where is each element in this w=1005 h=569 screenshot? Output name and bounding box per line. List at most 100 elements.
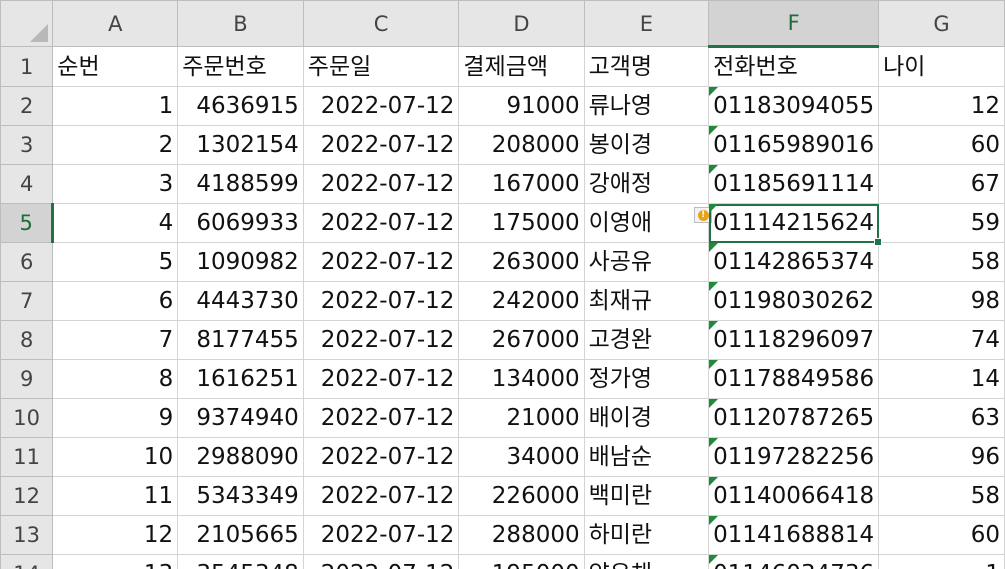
phone-cell[interactable]: 01140066418 bbox=[708, 476, 880, 516]
row-header[interactable]: 5 bbox=[0, 203, 55, 243]
seq-cell[interactable]: 10 bbox=[52, 437, 179, 477]
column-header-e[interactable]: E bbox=[583, 0, 710, 47]
column-header-d[interactable]: D bbox=[458, 0, 585, 47]
age-cell[interactable]: 60 bbox=[878, 515, 1005, 555]
seq-cell[interactable]: 1 bbox=[52, 86, 179, 126]
customer-name-cell[interactable]: 배이경 bbox=[583, 398, 710, 438]
amount-cell[interactable]: 34000 bbox=[458, 437, 585, 477]
order-date-cell[interactable]: 2022-07-12 bbox=[302, 203, 460, 243]
phone-cell[interactable]: 01178849586 bbox=[708, 359, 880, 399]
row-header[interactable]: 3 bbox=[0, 125, 54, 165]
column-header-f[interactable]: F bbox=[708, 0, 880, 48]
amount-cell[interactable]: 242000 bbox=[458, 281, 585, 321]
age-cell[interactable]: 74 bbox=[878, 320, 1005, 360]
age-cell[interactable]: 1 bbox=[878, 554, 1005, 569]
amount-cell[interactable]: 21000 bbox=[458, 398, 585, 438]
column-header-g[interactable]: G bbox=[878, 0, 1005, 47]
customer-name-cell[interactable]: 하미란 bbox=[583, 515, 710, 555]
row-header[interactable]: 13 bbox=[0, 515, 54, 555]
row-header[interactable]: 12 bbox=[0, 476, 54, 516]
phone-cell[interactable]: 01120787265 bbox=[708, 398, 880, 438]
age-cell[interactable]: 96 bbox=[878, 437, 1005, 477]
order-date-cell[interactable]: 2022-07-12 bbox=[302, 515, 460, 555]
amount-cell[interactable]: 226000 bbox=[458, 476, 585, 516]
seq-cell[interactable]: 6 bbox=[52, 281, 179, 321]
age-cell[interactable]: 60 bbox=[878, 125, 1005, 165]
customer-name-cell[interactable]: 류나영 bbox=[583, 86, 710, 126]
selected-phone-cell[interactable]: 01114215624 bbox=[708, 203, 883, 246]
age-cell[interactable]: 59 bbox=[878, 203, 1005, 243]
order-no-cell[interactable]: 4636915 bbox=[177, 86, 304, 126]
order-date-cell[interactable]: 2022-07-12 bbox=[302, 437, 460, 477]
row-header[interactable]: 14 bbox=[0, 554, 54, 569]
age-cell[interactable]: 98 bbox=[878, 281, 1005, 321]
header-cell-order-date[interactable]: 주문일 bbox=[302, 46, 460, 87]
seq-cell[interactable]: 5 bbox=[52, 242, 179, 282]
order-date-cell[interactable]: 2022-07-12 bbox=[302, 281, 460, 321]
age-cell[interactable]: 63 bbox=[878, 398, 1005, 438]
amount-cell[interactable]: 208000 bbox=[458, 125, 585, 165]
customer-name-cell[interactable]: 최재규 bbox=[583, 281, 710, 321]
order-no-cell[interactable]: 1616251 bbox=[177, 359, 304, 399]
header-cell-customer[interactable]: 고객명 bbox=[583, 46, 710, 87]
customer-name-cell[interactable]: 배남순 bbox=[583, 437, 710, 477]
row-header[interactable]: 4 bbox=[0, 164, 54, 204]
order-no-cell[interactable]: 1302154 bbox=[177, 125, 304, 165]
order-date-cell[interactable]: 2022-07-12 bbox=[302, 125, 460, 165]
seq-cell[interactable]: 8 bbox=[52, 359, 179, 399]
order-no-cell[interactable]: 1090982 bbox=[177, 242, 304, 282]
amount-cell[interactable]: 195000 bbox=[458, 554, 585, 569]
order-no-cell[interactable]: 2988090 bbox=[177, 437, 304, 477]
row-header[interactable]: 6 bbox=[0, 242, 54, 282]
age-cell[interactable]: 67 bbox=[878, 164, 1005, 204]
order-date-cell[interactable]: 2022-07-12 bbox=[302, 164, 460, 204]
order-no-cell[interactable]: 3545348 bbox=[177, 554, 304, 569]
seq-cell[interactable]: 7 bbox=[52, 320, 179, 360]
order-date-cell[interactable]: 2022-07-12 bbox=[302, 398, 460, 438]
phone-cell[interactable]: 01142865374 bbox=[708, 242, 880, 282]
header-cell-order-no[interactable]: 주문번호 bbox=[177, 46, 304, 87]
customer-name-cell[interactable]: 이영애! bbox=[583, 203, 713, 243]
seq-cell[interactable]: 11 bbox=[52, 476, 179, 516]
select-all-corner-button[interactable] bbox=[0, 0, 54, 47]
row-header[interactable]: 7 bbox=[0, 281, 54, 321]
age-cell[interactable]: 58 bbox=[878, 242, 1005, 282]
phone-cell[interactable]: 01197282256 bbox=[708, 437, 880, 477]
seq-cell[interactable]: 12 bbox=[52, 515, 179, 555]
order-date-cell[interactable]: 2022-07-12 bbox=[302, 476, 460, 516]
column-header-c[interactable]: C bbox=[302, 0, 460, 47]
customer-name-cell[interactable]: 강애정 bbox=[583, 164, 710, 204]
phone-cell[interactable]: 01185691114 bbox=[708, 164, 880, 204]
customer-name-cell[interactable]: 백미란 bbox=[583, 476, 710, 516]
age-cell[interactable]: 14 bbox=[878, 359, 1005, 399]
amount-cell[interactable]: 91000 bbox=[458, 86, 585, 126]
order-no-cell[interactable]: 9374940 bbox=[177, 398, 304, 438]
age-cell[interactable]: 58 bbox=[878, 476, 1005, 516]
amount-cell[interactable]: 288000 bbox=[458, 515, 585, 555]
header-cell-age[interactable]: 나이 bbox=[878, 46, 1005, 87]
order-date-cell[interactable]: 2022-07-12 bbox=[302, 242, 460, 282]
order-date-cell[interactable]: 2022-07-12 bbox=[302, 359, 460, 399]
phone-cell[interactable]: 01198030262 bbox=[708, 281, 880, 321]
seq-cell[interactable]: 2 bbox=[52, 125, 179, 165]
amount-cell[interactable]: 263000 bbox=[458, 242, 585, 282]
seq-cell[interactable]: 9 bbox=[52, 398, 179, 438]
row-header[interactable]: 11 bbox=[0, 437, 54, 477]
customer-name-cell[interactable]: 고경완 bbox=[583, 320, 710, 360]
order-no-cell[interactable]: 8177455 bbox=[177, 320, 304, 360]
order-date-cell[interactable]: 2022-07-12 bbox=[302, 86, 460, 126]
amount-cell[interactable]: 175000 bbox=[458, 203, 585, 243]
seq-cell[interactable]: 3 bbox=[52, 164, 179, 204]
row-header[interactable]: 9 bbox=[0, 359, 54, 399]
order-date-cell[interactable]: 2022-07-12 bbox=[302, 554, 460, 569]
header-cell-seq[interactable]: 순번 bbox=[52, 46, 179, 87]
amount-cell[interactable]: 167000 bbox=[458, 164, 585, 204]
age-cell[interactable]: 12 bbox=[878, 86, 1005, 126]
phone-cell[interactable]: 01118296097 bbox=[708, 320, 880, 360]
customer-name-cell[interactable]: 사공유 bbox=[583, 242, 710, 282]
customer-name-cell[interactable]: 봉이경 bbox=[583, 125, 710, 165]
order-no-cell[interactable]: 2105665 bbox=[177, 515, 304, 555]
order-no-cell[interactable]: 5343349 bbox=[177, 476, 304, 516]
row-header[interactable]: 10 bbox=[0, 398, 54, 438]
column-header-b[interactable]: B bbox=[177, 0, 304, 47]
